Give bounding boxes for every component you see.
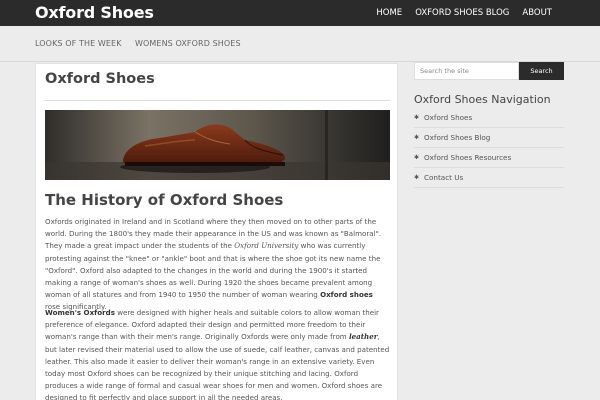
nav-about-link[interactable]: ABOUT: [522, 8, 552, 18]
text-run: , but later revised their material used …: [45, 332, 390, 400]
subnav-womens-link[interactable]: WOMENS OXFORD SHOES: [135, 39, 241, 48]
oxford-shoe-image: [45, 110, 390, 180]
asterisk-bullet-icon: ✱: [414, 174, 420, 181]
sidebar-item-resources[interactable]: ✱ Oxford Shoes Resources: [414, 148, 564, 168]
subnav-looks-link[interactable]: LOOKS OF THE WEEK: [35, 39, 122, 48]
nav-home-link[interactable]: HOME: [376, 8, 402, 18]
sidebar-item-label[interactable]: Oxford Shoes: [424, 113, 472, 122]
bold-text: Oxford shoes: [320, 290, 373, 300]
shoe-illustration: [45, 110, 390, 180]
sidebar-nav-list: ✱ Oxford Shoes ✱ Oxford Shoes Blog ✱ Oxford…: [414, 108, 564, 188]
top-bar: Oxford Shoes HOME OXFORD SHOES BLOG ABOU…: [0, 0, 600, 26]
secondary-nav: LOOKS OF THE WEEK WOMENS OXFORD SHOES: [0, 26, 600, 62]
sidebar-item-blog[interactable]: ✱ Oxford Shoes Blog: [414, 128, 564, 148]
sidebar-item-label[interactable]: Oxford Shoes Blog: [424, 133, 490, 142]
asterisk-bullet-icon: ✱: [414, 114, 420, 121]
divider: [45, 100, 390, 101]
search-input[interactable]: Search the site: [414, 62, 519, 80]
sidebar-item-contact[interactable]: ✱ Contact Us: [414, 168, 564, 188]
asterisk-bullet-icon: ✱: [414, 154, 420, 161]
sidebar-item-label[interactable]: Oxford Shoes Resources: [424, 153, 511, 162]
history-paragraph: Oxfords originated in Ireland and in Sco…: [45, 216, 390, 314]
bold-text: Women's Oxfords: [45, 308, 115, 317]
sidebar-item-label[interactable]: Contact Us: [424, 173, 463, 182]
sidebar-item-oxford-shoes[interactable]: ✱ Oxford Shoes: [414, 108, 564, 128]
main-content: Oxford Shoes The History of Oxford Shoes…: [35, 63, 398, 400]
sidebar-title: Oxford Shoes Navigation: [414, 93, 551, 106]
top-nav: HOME OXFORD SHOES BLOG ABOUT: [363, 0, 552, 26]
search-button[interactable]: Search: [519, 62, 564, 80]
page-title: Oxford Shoes: [45, 71, 155, 87]
womens-paragraph: Women's Oxfords were designed with highe…: [45, 307, 390, 400]
site-title[interactable]: Oxford Shoes: [35, 3, 154, 22]
emphasis-text: leather: [348, 332, 378, 342]
nav-blog-link[interactable]: OXFORD SHOES BLOG: [415, 8, 509, 18]
asterisk-bullet-icon: ✱: [414, 134, 420, 141]
emphasis-text: Oxford University: [234, 241, 299, 251]
section-title: The History of Oxford Shoes: [45, 191, 284, 209]
